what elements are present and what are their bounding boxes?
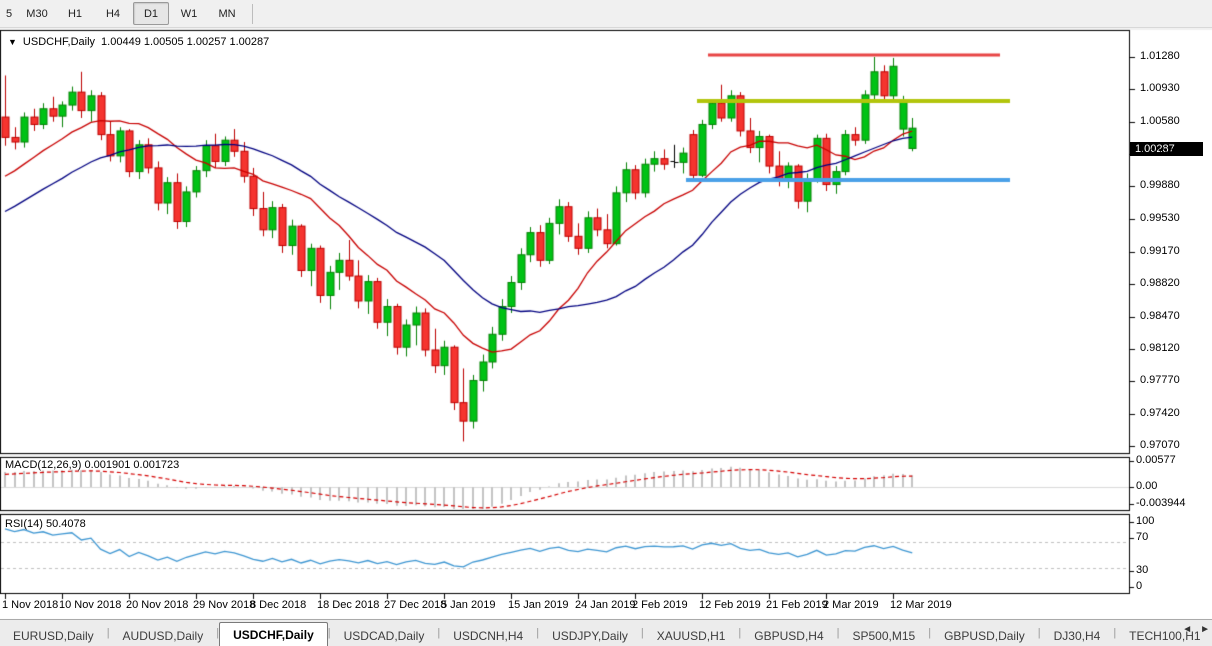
macd-axis-label: 0.00	[1136, 480, 1157, 492]
date-axis-label: 10 Nov 2018	[59, 599, 121, 611]
tab-scroll-right-icon[interactable]: ►	[1200, 624, 1210, 635]
timeframe-button-w1[interactable]: W1	[171, 2, 207, 25]
macd-axis-label: 0.00577	[1136, 454, 1176, 466]
rsi-axis-label: 70	[1136, 531, 1148, 543]
price-axis-label: 1.00230	[1140, 147, 1180, 159]
chart-tab-xauusd[interactable]: XAUUSD,H1	[644, 625, 739, 646]
chart-dropdown-icon[interactable]: ▼	[8, 37, 17, 47]
chart-tab-audusd[interactable]: AUDUSD,Daily	[110, 625, 217, 646]
timeframe-button-d1[interactable]: D1	[133, 2, 169, 25]
chart-symbol-label: USDCHF,Daily	[23, 36, 95, 48]
chart-tab-gbpusd[interactable]: GBPUSD,Daily	[931, 625, 1038, 646]
chart-tab-gbpusd[interactable]: GBPUSD,H4	[741, 625, 836, 646]
chart-title[interactable]: ▼ USDCHF,Daily 1.00449 1.00505 1.00257 1…	[8, 36, 269, 48]
date-axis-label: 8 Dec 2018	[250, 599, 306, 611]
tab-scroll-arrows: ◄ ►	[1182, 624, 1210, 635]
date-axis-label: 12 Mar 2019	[890, 599, 952, 611]
timeframe-button-mn[interactable]: MN	[209, 2, 245, 25]
chart-tab-usdcad[interactable]: USDCAD,Daily	[331, 625, 438, 646]
date-axis-label: 24 Jan 2019	[575, 599, 636, 611]
macd-axis-label: -0.003944	[1136, 497, 1186, 509]
price-axis-label: 0.99530	[1140, 212, 1180, 224]
timeframe-button-m30[interactable]: M30	[19, 2, 55, 25]
date-axis-label: 18 Dec 2018	[317, 599, 379, 611]
rsi-axis-label: 0	[1136, 580, 1142, 592]
price-axis-label: 1.01280	[1140, 50, 1180, 62]
date-axis-label: 12 Feb 2019	[699, 599, 761, 611]
date-axis-label: 29 Nov 2018	[193, 599, 255, 611]
timeframe-button-h4[interactable]: H4	[95, 2, 131, 25]
date-axis-label: 20 Nov 2018	[126, 599, 188, 611]
timeframe-button-h1[interactable]: H1	[57, 2, 93, 25]
rsi-axis-label: 100	[1136, 515, 1154, 527]
timeframe-toolbar: 5M30H1H4D1W1MN	[0, 0, 1212, 28]
date-axis-label: 1 Nov 2018	[2, 599, 58, 611]
macd-indicator-label: MACD(12,26,9) 0.001901 0.001723	[5, 459, 179, 471]
date-axis-label: 2 Feb 2019	[632, 599, 688, 611]
toolbar-separator	[252, 4, 253, 24]
price-axis-label: 1.00580	[1140, 115, 1180, 127]
rsi-axis-label: 30	[1136, 564, 1148, 576]
chart-tab-usdchf[interactable]: USDCHF,Daily	[219, 622, 328, 646]
price-axis-label: 0.99170	[1140, 245, 1180, 257]
price-axis-label: 1.00930	[1140, 82, 1180, 94]
price-axis-label: 0.97070	[1140, 439, 1180, 451]
chart-quote-values: 1.00449 1.00505 1.00257 1.00287	[101, 36, 269, 48]
mt4-window: 5M30H1H4D1W1MN ▼ USDCHF,Daily 1.00449 1.…	[0, 0, 1212, 646]
rsi-indicator-label: RSI(14) 50.4078	[5, 518, 86, 530]
chart-tab-eurusd[interactable]: EURUSD,Daily	[0, 625, 107, 646]
date-axis-label: 5 Jan 2019	[441, 599, 495, 611]
chart-tab-usdcnh[interactable]: USDCNH,H4	[440, 625, 536, 646]
price-axis-label: 0.98120	[1140, 342, 1180, 354]
date-axis-label: 2 Mar 2019	[823, 599, 879, 611]
chart-tabbar: EURUSD,Daily|AUDUSD,Daily|USDCHF,Daily|U…	[0, 619, 1212, 646]
price-axis-label: 0.98470	[1140, 310, 1180, 322]
price-chart-canvas[interactable]	[0, 0, 1212, 646]
date-axis-label: 21 Feb 2019	[766, 599, 828, 611]
date-axis-label: 27 Dec 2018	[384, 599, 446, 611]
chart-tab-sp500[interactable]: SP500,M15	[840, 625, 929, 646]
date-axis-label: 15 Jan 2019	[508, 599, 569, 611]
price-axis-label: 0.98820	[1140, 277, 1180, 289]
chart-tab-usdjpy[interactable]: USDJPY,Daily	[539, 625, 641, 646]
price-axis-label: 0.97420	[1140, 407, 1180, 419]
timeframe-button-5[interactable]: 5	[1, 2, 17, 25]
price-axis-label: 0.97770	[1140, 374, 1180, 386]
chart-tab-dj30[interactable]: DJ30,H4	[1041, 625, 1114, 646]
tab-scroll-left-icon[interactable]: ◄	[1182, 624, 1192, 635]
price-axis-label: 0.99880	[1140, 179, 1180, 191]
